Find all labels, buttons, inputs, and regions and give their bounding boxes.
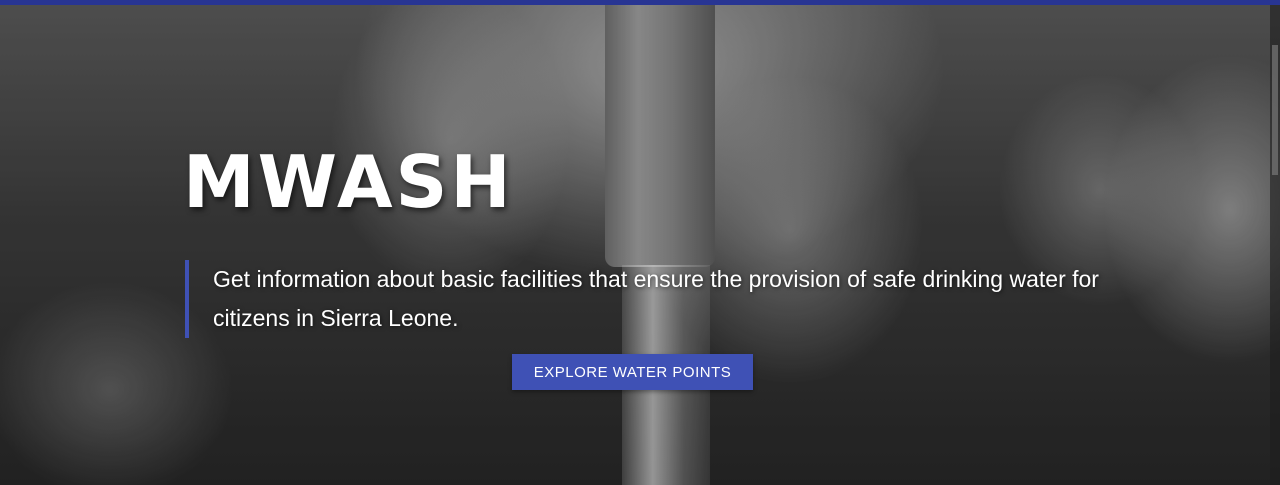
page-title: MWASH bbox=[183, 140, 514, 224]
scrollbar-thumb[interactable] bbox=[1272, 45, 1278, 175]
scrollbar[interactable] bbox=[1270, 5, 1280, 485]
hero-overlay bbox=[0, 5, 1280, 485]
tagline-quote: Get information about basic facilities t… bbox=[185, 260, 1113, 338]
explore-water-points-button[interactable]: EXPLORE WATER POINTS bbox=[512, 354, 753, 390]
hero-banner: MWASH Get information about basic facili… bbox=[0, 0, 1280, 485]
tagline-text: Get information about basic facilities t… bbox=[213, 266, 1099, 331]
